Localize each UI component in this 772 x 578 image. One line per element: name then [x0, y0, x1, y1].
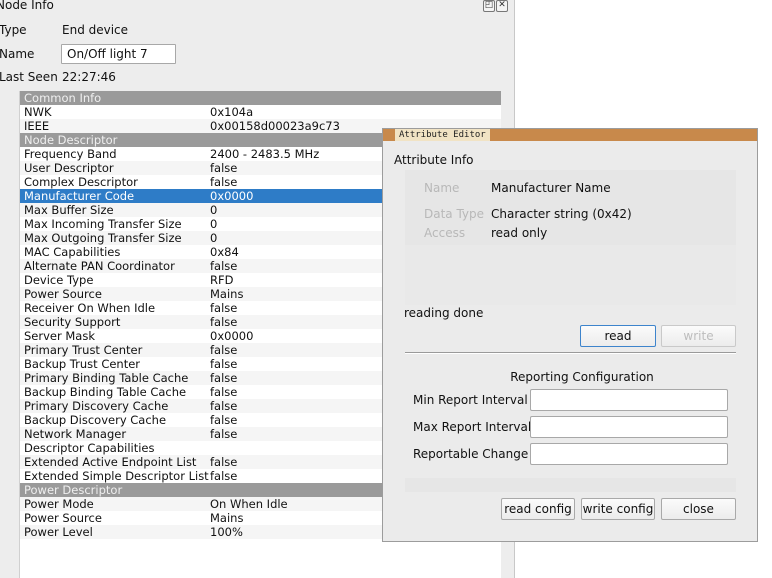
- attr-data-type-value: Character string (0x42): [491, 207, 632, 221]
- tree-row-value: 0x84: [210, 245, 239, 259]
- attr-data-type-label: Data Type: [424, 207, 485, 221]
- reportable-change-input[interactable]: [530, 443, 728, 465]
- max-report-interval-label: Max Report Interval: [413, 420, 532, 434]
- name-label: Name: [0, 47, 35, 61]
- type-value: End device: [62, 23, 129, 37]
- tree-row-value: false: [210, 385, 238, 399]
- read-config-button[interactable]: read config: [501, 498, 575, 520]
- panel-title: Node Info: [0, 0, 54, 12]
- tree-row-key: Extended Active Endpoint List: [24, 455, 197, 469]
- attribute-info-header: Attribute Info: [394, 153, 474, 167]
- tree-row-value: false: [210, 371, 238, 385]
- tree-row-key: Max Outgoing Transfer Size: [24, 231, 182, 245]
- last-seen-label: Last Seen: [0, 70, 58, 84]
- tree-row-key: Receiver On When Idle: [24, 301, 156, 315]
- type-label: Type: [0, 23, 27, 37]
- tree-row-value: false: [210, 259, 238, 273]
- close-icon[interactable]: ✕: [496, 0, 508, 12]
- attr-value-area: [405, 245, 736, 305]
- dialog-titlebar[interactable]: Attribute Editor: [383, 129, 757, 141]
- tree-row-key: NWK: [24, 105, 52, 119]
- tree-row-value: false: [210, 427, 238, 441]
- tree-section-header[interactable]: Common Info: [20, 91, 501, 105]
- min-report-interval-label: Min Report Interval: [413, 393, 528, 407]
- max-report-interval-input[interactable]: [530, 416, 728, 438]
- attr-name-value: Manufacturer Name: [491, 181, 611, 195]
- name-field[interactable]: [61, 44, 176, 64]
- tree-row-key: Power Source: [24, 511, 102, 525]
- tree-row-value: 0: [210, 231, 218, 245]
- tree-row-value: Mains: [210, 287, 244, 301]
- tree-row-key: Extended Simple Descriptor List: [24, 469, 209, 483]
- tree-row-key: Backup Binding Table Cache: [24, 385, 187, 399]
- tree-row-key: Power Level: [24, 525, 93, 539]
- panel-title-buttons: ◰ ✕: [483, 0, 508, 12]
- tree-row-value: 0x0000: [210, 189, 254, 203]
- separator-highlight: [405, 353, 736, 354]
- tree-row-value: On When Idle: [210, 497, 288, 511]
- tree-row-key: Descriptor Capabilities: [24, 441, 155, 455]
- tree-row-key: IEEE: [24, 119, 50, 133]
- tree-row-key: Power Source: [24, 287, 102, 301]
- tree-row-value: 0x00158d00023a9c73: [210, 119, 340, 133]
- tree-row-value: false: [210, 399, 238, 413]
- tree-row-key: Power Mode: [24, 497, 94, 511]
- reporting-config-title: Reporting Configuration: [510, 370, 654, 384]
- tree-row-value: false: [210, 455, 238, 469]
- tree-row-key: Max Incoming Transfer Size: [24, 217, 182, 231]
- tree-row-key: Security Support: [24, 315, 121, 329]
- float-icon[interactable]: ◰: [483, 0, 495, 12]
- dialog-title: Attribute Editor: [395, 129, 490, 141]
- tree-row-key: Primary Binding Table Cache: [24, 371, 189, 385]
- tree-row-value: false: [210, 175, 238, 189]
- tree-row-key: Device Type: [24, 273, 94, 287]
- tree-row-key: Manufacturer Code: [24, 189, 135, 203]
- tree-row-key: Complex Descriptor: [24, 175, 138, 189]
- attribute-editor-dialog: Attribute Editor Attribute Info Name Man…: [382, 128, 758, 542]
- close-button[interactable]: close: [661, 498, 736, 520]
- tree-row-value: RFD: [210, 273, 234, 287]
- tree-row-value: false: [210, 413, 238, 427]
- tree-row[interactable]: NWK 0x104a: [20, 105, 501, 119]
- tree-row-key: Backup Trust Center: [24, 357, 141, 371]
- status-text: reading done: [404, 306, 484, 320]
- tree-row-key: MAC Capabilities: [24, 245, 121, 259]
- tree-row-key: Frequency Band: [24, 147, 117, 161]
- tree-row-key: Common Info: [24, 91, 102, 105]
- last-seen-value: 22:27:46: [62, 70, 116, 84]
- attr-access-label: Access: [424, 226, 466, 240]
- tree-row-key: Max Buffer Size: [24, 203, 114, 217]
- tree-row-key: Alternate PAN Coordinator: [24, 259, 175, 273]
- attribute-info-box: Name Manufacturer Name Data Type Charact…: [405, 170, 736, 305]
- tree-row-key: Primary Trust Center: [24, 343, 143, 357]
- tree-row-key: Network Manager: [24, 427, 127, 441]
- reporting-status-strip: [405, 478, 736, 492]
- attr-name-label: Name: [424, 181, 460, 195]
- tree-row-key: Power Descriptor: [24, 483, 123, 497]
- tree-row-value: 2400 - 2483.5 MHz: [210, 147, 320, 161]
- tree-row-key: Server Mask: [24, 329, 95, 343]
- reportable-change-label: Reportable Change: [413, 447, 529, 461]
- min-report-interval-input[interactable]: [530, 389, 728, 411]
- write-button[interactable]: write: [661, 325, 736, 347]
- tree-row-key: User Descriptor: [24, 161, 114, 175]
- tree-row-value: false: [210, 161, 238, 175]
- tree-row-value: false: [210, 357, 238, 371]
- tree-row-value: false: [210, 469, 238, 483]
- read-button[interactable]: read: [580, 325, 656, 347]
- tree-row-value: 0x0000: [210, 329, 254, 343]
- tree-row-value: false: [210, 343, 238, 357]
- tree-row-key: Backup Discovery Cache: [24, 413, 167, 427]
- tree-row-value: false: [210, 301, 238, 315]
- tree-row-key: Primary Discovery Cache: [24, 399, 169, 413]
- write-config-button[interactable]: write config: [581, 498, 655, 520]
- tree-row-value: Mains: [210, 511, 244, 525]
- tree-row-key: Node Descriptor: [24, 133, 118, 147]
- tree-row-value: 100%: [210, 525, 243, 539]
- tree-row-value: 0x104a: [210, 105, 254, 119]
- tree-row-value: false: [210, 315, 238, 329]
- tree-row-value: 0: [210, 203, 218, 217]
- tree-row-value: 0: [210, 217, 218, 231]
- attr-access-value: read only: [491, 226, 548, 240]
